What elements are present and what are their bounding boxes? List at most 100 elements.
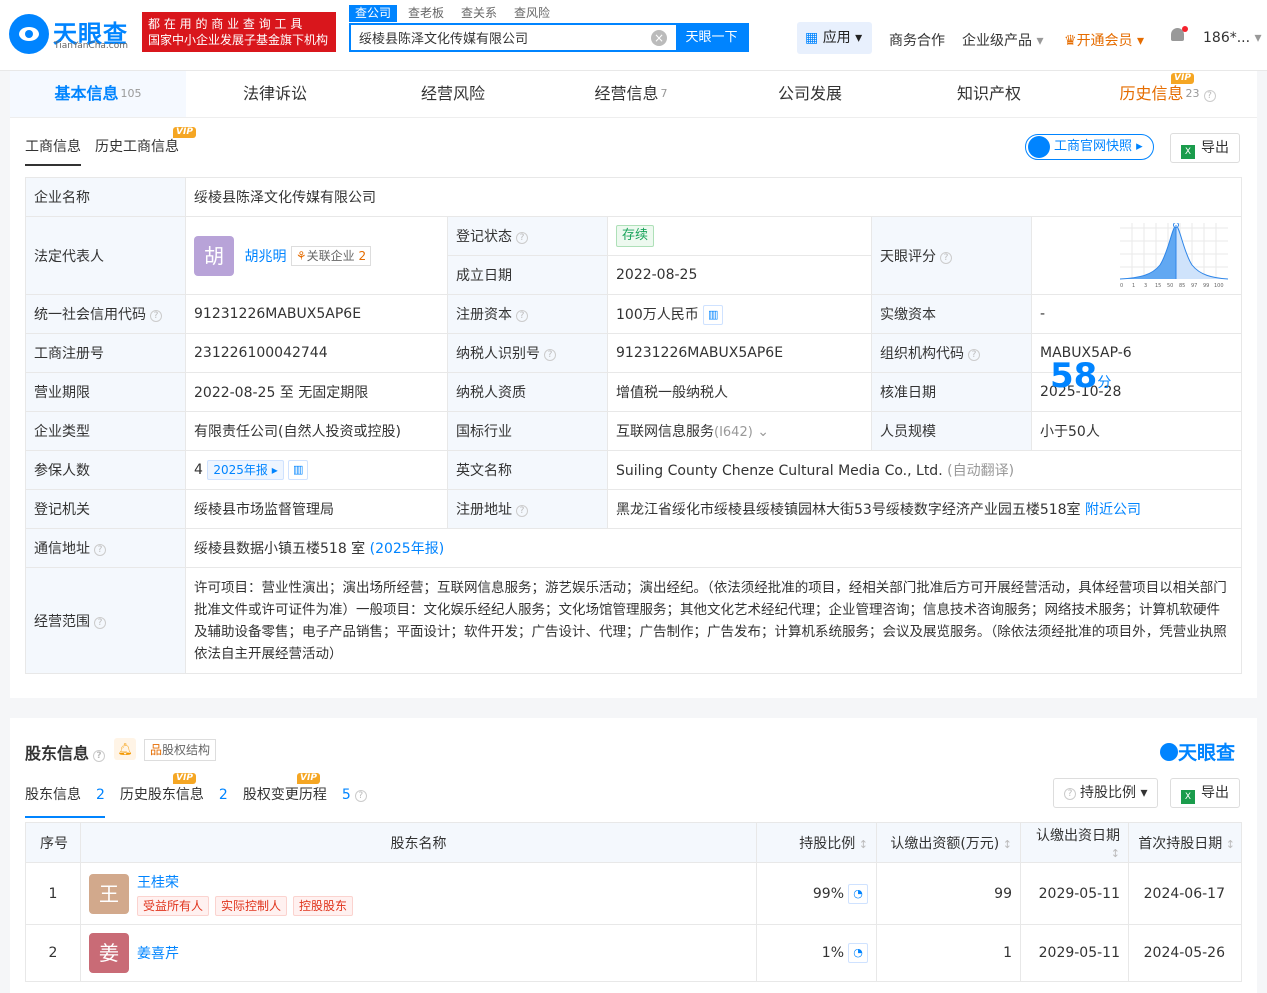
tab-history[interactable]: 历史信息 23? bbox=[1078, 71, 1257, 117]
col-amount[interactable]: 认缴出资额(万元) bbox=[876, 822, 1021, 863]
registered-address: 黑龙江省绥化市绥棱县绥棱镇园林大街53号绥棱数字经济产业园五楼518室 bbox=[616, 502, 1081, 518]
export-button[interactable]: X 导出 bbox=[1170, 778, 1240, 808]
tab-legal[interactable]: 法律诉讼 bbox=[186, 71, 364, 117]
search-type-tabs: 查公司 查老板 查关系 查风险 bbox=[349, 5, 561, 23]
label-biz-reg-no: 工商注册号 bbox=[25, 333, 186, 373]
sort-label: 认缴出资额(万元) bbox=[890, 836, 1012, 852]
label-taxpayer-type: 纳税人资质 bbox=[447, 372, 608, 412]
user-menu[interactable]: 186*... ▾ bbox=[1203, 30, 1262, 46]
help-icon[interactable]: ? bbox=[516, 505, 528, 517]
tab-count: 5 bbox=[341, 787, 351, 803]
label-en-name: 英文名称 bbox=[447, 450, 608, 490]
monitor-bell-icon[interactable]: 🔔︎ bbox=[114, 738, 136, 760]
nearby-companies-link[interactable]: 附近公司 bbox=[1085, 502, 1141, 518]
help-icon[interactable]: ? bbox=[516, 310, 528, 322]
nav-business-coop[interactable]: 商务合作 bbox=[889, 30, 945, 50]
official-snapshot-button[interactable]: 工商官网快照 ▸ bbox=[1025, 134, 1154, 160]
tab-risk[interactable]: 经营风险 bbox=[364, 71, 542, 117]
tab-development[interactable]: 公司发展 bbox=[720, 71, 900, 117]
score-value: 58 bbox=[1050, 356, 1098, 396]
search-tab-boss[interactable]: 查老板 bbox=[402, 5, 450, 22]
apps-button[interactable]: ▦ 应用 ▾ bbox=[797, 22, 872, 54]
ratio-filter-button[interactable]: ? 持股比例 ▾ bbox=[1053, 778, 1159, 808]
annual-report-label: 2025年报 bbox=[213, 463, 268, 477]
pie-chart-icon[interactable]: ◔ bbox=[848, 943, 868, 963]
shareholder-name-link[interactable]: 王桂荣 bbox=[137, 872, 359, 892]
vip-badge: VIP bbox=[297, 773, 320, 784]
label-text: 通信地址 bbox=[34, 541, 90, 557]
help-icon[interactable]: ? bbox=[968, 349, 980, 361]
ratio-cell: 99% ◔ bbox=[756, 862, 877, 925]
score-distribution-chart: 0 1 3 15 50 85 97 99 100 bbox=[1120, 223, 1228, 289]
label-company-name: 企业名称 bbox=[25, 177, 186, 217]
col-date[interactable]: 认缴出资日期 bbox=[1020, 822, 1129, 863]
excel-icon: X bbox=[1181, 145, 1195, 159]
help-icon[interactable]: ? bbox=[516, 232, 528, 244]
subtab-history-shareholders[interactable]: 历史股东信息 2 bbox=[120, 784, 228, 816]
nav-enterprise-products[interactable]: 企业级产品 ▾ bbox=[962, 30, 1043, 50]
search-button[interactable]: 天眼一下 bbox=[676, 25, 747, 50]
tab-count: 23 bbox=[1185, 87, 1200, 100]
auto-translate-note: (自动翻译) bbox=[947, 463, 1015, 479]
pie-chart-icon[interactable]: ◔ bbox=[848, 883, 868, 904]
help-icon[interactable]: ? bbox=[93, 750, 106, 762]
score-tick: 99 bbox=[1203, 283, 1209, 289]
reg-capital: 100万人民币 bbox=[616, 306, 699, 323]
subtab-shareholders[interactable]: 股东信息 2 bbox=[25, 784, 105, 818]
credit-code: 91231226MABUX5AP6E bbox=[185, 294, 448, 334]
help-icon[interactable]: ? bbox=[94, 616, 106, 629]
chevron-down-icon: ▾ bbox=[1036, 33, 1044, 49]
registration-authority: 绥棱县市场监督管理局 bbox=[185, 489, 448, 529]
ratio-value: 99% bbox=[812, 885, 844, 902]
col-ratio[interactable]: 持股比例 bbox=[756, 822, 877, 863]
subtab-history-business[interactable]: 历史工商信息 bbox=[95, 136, 179, 164]
nav-vip-label: 开通会员 bbox=[1076, 33, 1133, 49]
help-icon[interactable]: ? bbox=[94, 544, 106, 556]
subtab-business-info[interactable]: 工商信息 bbox=[25, 136, 81, 166]
search-input[interactable] bbox=[351, 25, 651, 50]
legal-rep-link[interactable]: 胡兆明 bbox=[244, 249, 286, 265]
eye-logo-icon bbox=[9, 14, 49, 54]
equity-structure-button[interactable]: 品股权结构 bbox=[144, 739, 217, 761]
col-no: 序号 bbox=[25, 822, 81, 863]
clear-icon[interactable]: × bbox=[651, 30, 667, 46]
mail-cell: 绥棱县数据小镇五楼518 室 (2025年报) bbox=[184, 528, 1243, 568]
search-tab-relation[interactable]: 查关系 bbox=[455, 5, 503, 22]
score-tick: 1 bbox=[1132, 283, 1135, 289]
mail-annual-report-link[interactable]: (2025年报) bbox=[370, 541, 445, 557]
insured-chart-icon[interactable]: ▥ bbox=[288, 460, 309, 480]
col-first-date[interactable]: 首次持股日期 bbox=[1128, 822, 1242, 863]
shareholder-cell: 王 王桂荣 受益所有人 实际控制人 控股股东 bbox=[80, 862, 757, 925]
tab-count: 2 bbox=[96, 787, 105, 803]
search-tab-company[interactable]: 查公司 bbox=[349, 5, 398, 22]
export-label: 导出 bbox=[1201, 140, 1229, 156]
tab-operation[interactable]: 经营信息 7 bbox=[542, 71, 720, 117]
notification-bell-icon[interactable] bbox=[1169, 26, 1188, 46]
industry-cell[interactable]: 互联网信息服务(I642) ⌄ bbox=[607, 411, 872, 451]
shareholder-name-link[interactable]: 姜喜芹 bbox=[137, 946, 179, 962]
help-icon[interactable]: ? bbox=[544, 349, 556, 361]
related-companies-badge[interactable]: ⚘关联企业 2 bbox=[290, 245, 372, 266]
subtab-equity-changes[interactable]: 股权变更历程 5? bbox=[243, 784, 382, 816]
tag-controlling-shareholder: 控股股东 bbox=[293, 895, 354, 916]
avatar: 姜 bbox=[89, 933, 129, 973]
tab-basic-info[interactable]: 基本信息 105 bbox=[10, 71, 186, 117]
legal-rep-cell: 胡 胡兆明 ⚘关联企业 2 bbox=[185, 216, 448, 295]
tianyancha-logo[interactable]: 天眼查 TianYanCha.com bbox=[9, 14, 135, 56]
help-icon[interactable]: ? bbox=[940, 251, 952, 264]
score-tick: 0 bbox=[1120, 283, 1123, 289]
tab-label: 历史信息 bbox=[1119, 84, 1184, 103]
score-tick: 50 bbox=[1167, 283, 1173, 289]
annual-report-badge[interactable]: 2025年报 ▸ bbox=[207, 460, 284, 480]
capital-chart-icon[interactable]: ▥ bbox=[703, 304, 724, 325]
help-icon: ? bbox=[1203, 90, 1216, 102]
tab-label: 基本信息 bbox=[54, 84, 119, 103]
help-icon[interactable]: ? bbox=[150, 310, 162, 322]
label-text: 纳税人识别号 bbox=[456, 346, 540, 362]
export-button[interactable]: X 导出 bbox=[1170, 133, 1240, 163]
nav-open-vip[interactable]: ♛开通会员 ▾ bbox=[1064, 30, 1144, 50]
taxpayer-id: 91231226MABUX5AP6E bbox=[607, 333, 872, 373]
tab-ip[interactable]: 知识产权 bbox=[900, 71, 1078, 117]
search-tab-risk[interactable]: 查风险 bbox=[508, 5, 556, 22]
tag-actual-controller: 实际控制人 bbox=[215, 895, 288, 916]
